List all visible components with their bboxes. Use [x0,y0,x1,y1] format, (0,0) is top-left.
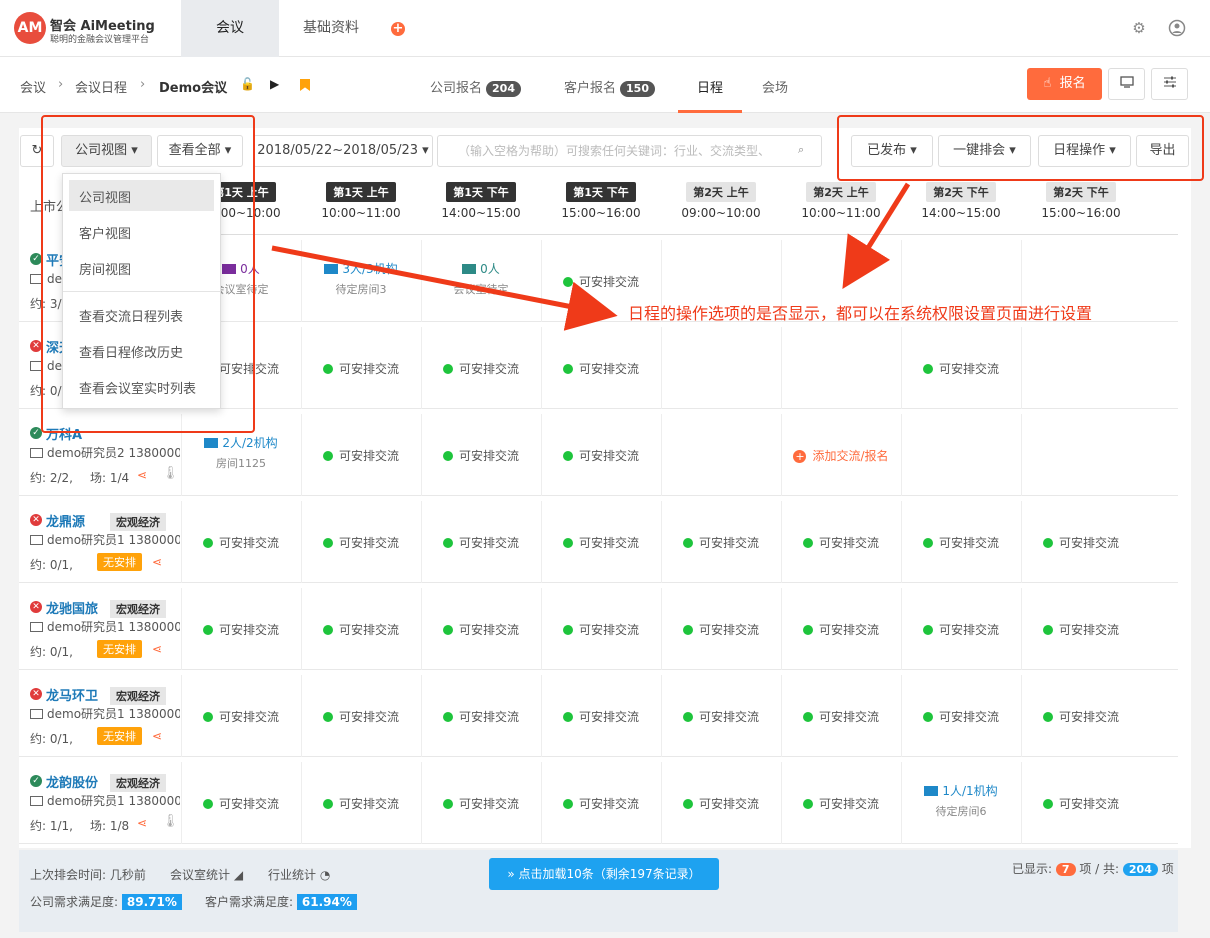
arrow-from-toolbar [842,182,911,289]
annotation-arrows [271,182,911,331]
arrow-from-menu [271,245,618,331]
annotation-text: 日程的操作选项的是否显示，都可以在系统权限设置页面进行设置 [628,304,1093,323]
